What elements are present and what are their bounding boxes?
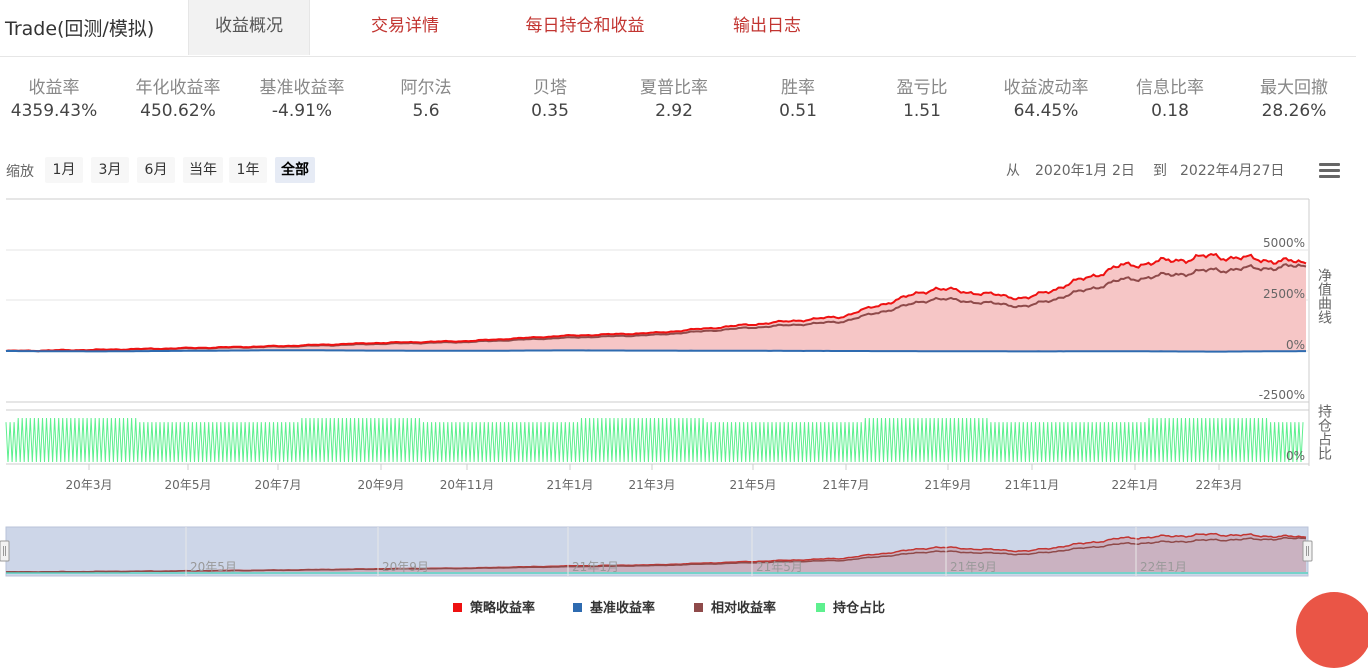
legend-label: 相对收益率: [711, 601, 777, 616]
legend-relative[interactable]: 相对收益率: [694, 597, 776, 616]
navigator-tick-label: 21年9月: [950, 560, 997, 574]
x-tick-label: 20年11月: [440, 478, 495, 492]
x-tick-label: 20年9月: [358, 478, 405, 492]
y-tick-label: 2500%: [1263, 287, 1305, 301]
navigator-tick-label: 20年5月: [190, 560, 237, 574]
x-tick-label: 21年5月: [730, 478, 777, 492]
main-plot: [5, 198, 1310, 466]
legend-swatch: [816, 603, 825, 612]
navigator[interactable]: 20年5月 20年9月 21年1月 21年5月 21年9月 22年1月: [0, 526, 1313, 577]
y-tick-label: 5000%: [1263, 236, 1305, 250]
y-tick-label: 0%: [1286, 338, 1305, 352]
navigator-right-handle[interactable]: [1302, 540, 1313, 562]
x-tick-label: 21年9月: [925, 478, 972, 492]
x-axis: 20年3月 20年5月 20年7月 20年9月 20年11月 21年1月 21年3月 21年5…: [66, 464, 1243, 492]
x-tick-label: 22年1月: [1112, 478, 1159, 492]
performance-chart: 5000% 2500% 0% -2500% 0% 净值曲线 持仓占比 20年3月…: [0, 198, 1332, 577]
legend-label: 策略收益率: [470, 601, 536, 616]
legend-strategy[interactable]: 策略收益率: [453, 597, 535, 616]
x-tick-label: 20年7月: [255, 478, 302, 492]
legend-label: 基准收益率: [590, 601, 656, 616]
x-tick-group: 20年3月 20年5月 20年7月 20年9月 20年11月 21年1月 21年3月 21年5…: [66, 464, 1243, 492]
navigator-tick-label: 20年9月: [382, 560, 429, 574]
benchmark-return-line: [6, 349, 1306, 353]
x-tick-label: 21年7月: [823, 478, 870, 492]
x-tick-label: 21年1月: [547, 478, 594, 492]
x-tick-label: 21年3月: [629, 478, 676, 492]
legend-position[interactable]: 持仓占比: [816, 597, 885, 616]
position-tick-label: 0%: [1286, 449, 1305, 463]
x-tick-label: 20年3月: [66, 478, 113, 492]
legend-swatch: [573, 603, 582, 612]
y-tick-label: -2500%: [1259, 388, 1305, 402]
x-tick-label: 22年3月: [1196, 478, 1243, 492]
navigator-tick-label: 22年1月: [1140, 560, 1187, 574]
navigator-tick-label: 21年1月: [572, 560, 619, 574]
navigator-left-handle[interactable]: [0, 540, 10, 562]
net-value-axis-title: 净值曲线: [1316, 268, 1332, 324]
floating-action-button[interactable]: [1296, 592, 1368, 668]
legend-swatch: [694, 603, 703, 612]
x-tick-label: 20年5月: [165, 478, 212, 492]
legend-label: 持仓占比: [833, 601, 886, 616]
position-ratio-line: [5, 417, 1304, 463]
legend-benchmark[interactable]: 基准收益率: [573, 597, 655, 616]
legend-swatch: [453, 603, 462, 612]
x-tick-label: 21年11月: [1005, 478, 1060, 492]
position-axis-title: 持仓占比: [1316, 404, 1332, 460]
navigator-tick-label: 21年5月: [756, 560, 803, 574]
